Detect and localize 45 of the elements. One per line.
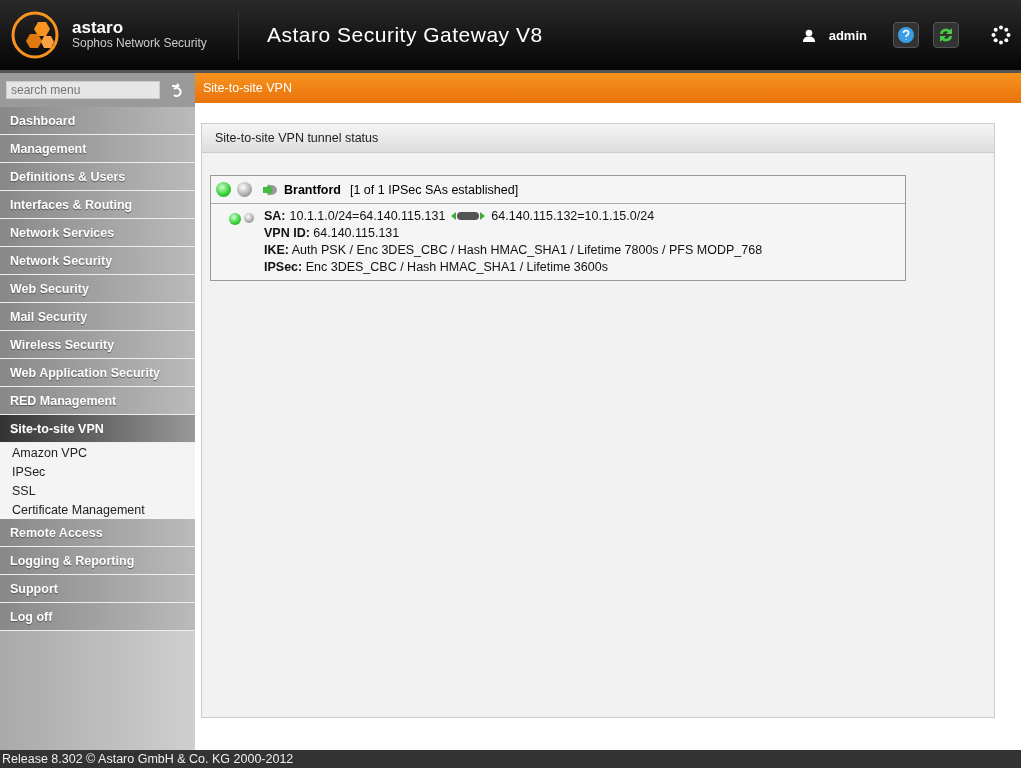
status-dot [237,182,252,197]
submenu-item[interactable]: IPSec [0,462,195,481]
sa-label: SA: [264,209,286,223]
sa-detail: IPSec: Enc 3DES_CBC / Hash HMAC_SHA1 / Lifetime 3600s [264,260,609,274]
footer-text: Release 8.302 © Astaro GmbH & Co. KG 2000-2012 [0,750,1021,768]
submenu-item[interactable]: SSL [0,481,195,500]
breadcrumb-bar: Site-to-site VPN [195,73,1021,103]
menu-item[interactable]: Definitions & Users [0,163,195,191]
tunnel-summary: [1 of 1 IPSec SAs established] [349,182,519,197]
brand-tagline: Sophos Network Security [72,36,207,50]
user-name[interactable]: admin [828,27,867,43]
menu-item[interactable]: Management [0,135,195,163]
brand-name: astaro [72,20,125,36]
menu-item[interactable]: Interfaces & Routing [0,191,195,219]
loading-icon [991,25,1011,45]
menu-item[interactable]: Mail Security [0,303,195,331]
submenu-item[interactable]: Certificate Management [0,500,195,519]
menu-item[interactable]: Remote Access [0,519,195,547]
status-dot [244,213,254,223]
app-title: Astaro Security Gateway V8 [267,23,544,47]
user-icon [802,28,815,42]
help-icon [898,27,914,43]
refresh-button[interactable] [933,22,959,48]
help-button[interactable] [893,22,919,48]
sa-detail: IKE: Auth PSK / Enc 3DES_CBC / Hash HMAC_SHA1 / Lifetime 7800s / PFS MODP_768 [264,243,763,257]
menu-item[interactable]: RED Management [0,387,195,415]
menu-item[interactable]: Network Services [0,219,195,247]
connection-icon [451,211,486,221]
menu-item[interactable]: Support [0,575,195,603]
menu-item[interactable]: Web Application Security [0,359,195,387]
menu-item[interactable]: Dashboard [0,107,195,135]
tunnel-icon [262,183,278,196]
refresh-icon [937,26,955,44]
menu-item[interactable]: Web Security [0,275,195,303]
menu-item[interactable]: Log off [0,603,195,631]
menu-item[interactable]: Wireless Security [0,331,195,359]
search-field[interactable]: search menu [6,81,160,99]
menu-item[interactable]: Logging & Reporting [0,547,195,575]
sa-local: 10.1.1.0/24=64.140.115.131 [289,209,446,223]
menu-item[interactable]: Site-to-site VPN [0,415,195,443]
sa-detail: VPN ID: 64.140.115.131 [264,226,401,240]
sa-remote: 64.140.115.132=10.1.15.0/24 [491,209,655,223]
tunnel-name: Brantford [284,182,341,197]
menu-item[interactable]: Network Security [0,247,195,275]
submenu-item[interactable]: Amazon VPC [0,443,195,462]
